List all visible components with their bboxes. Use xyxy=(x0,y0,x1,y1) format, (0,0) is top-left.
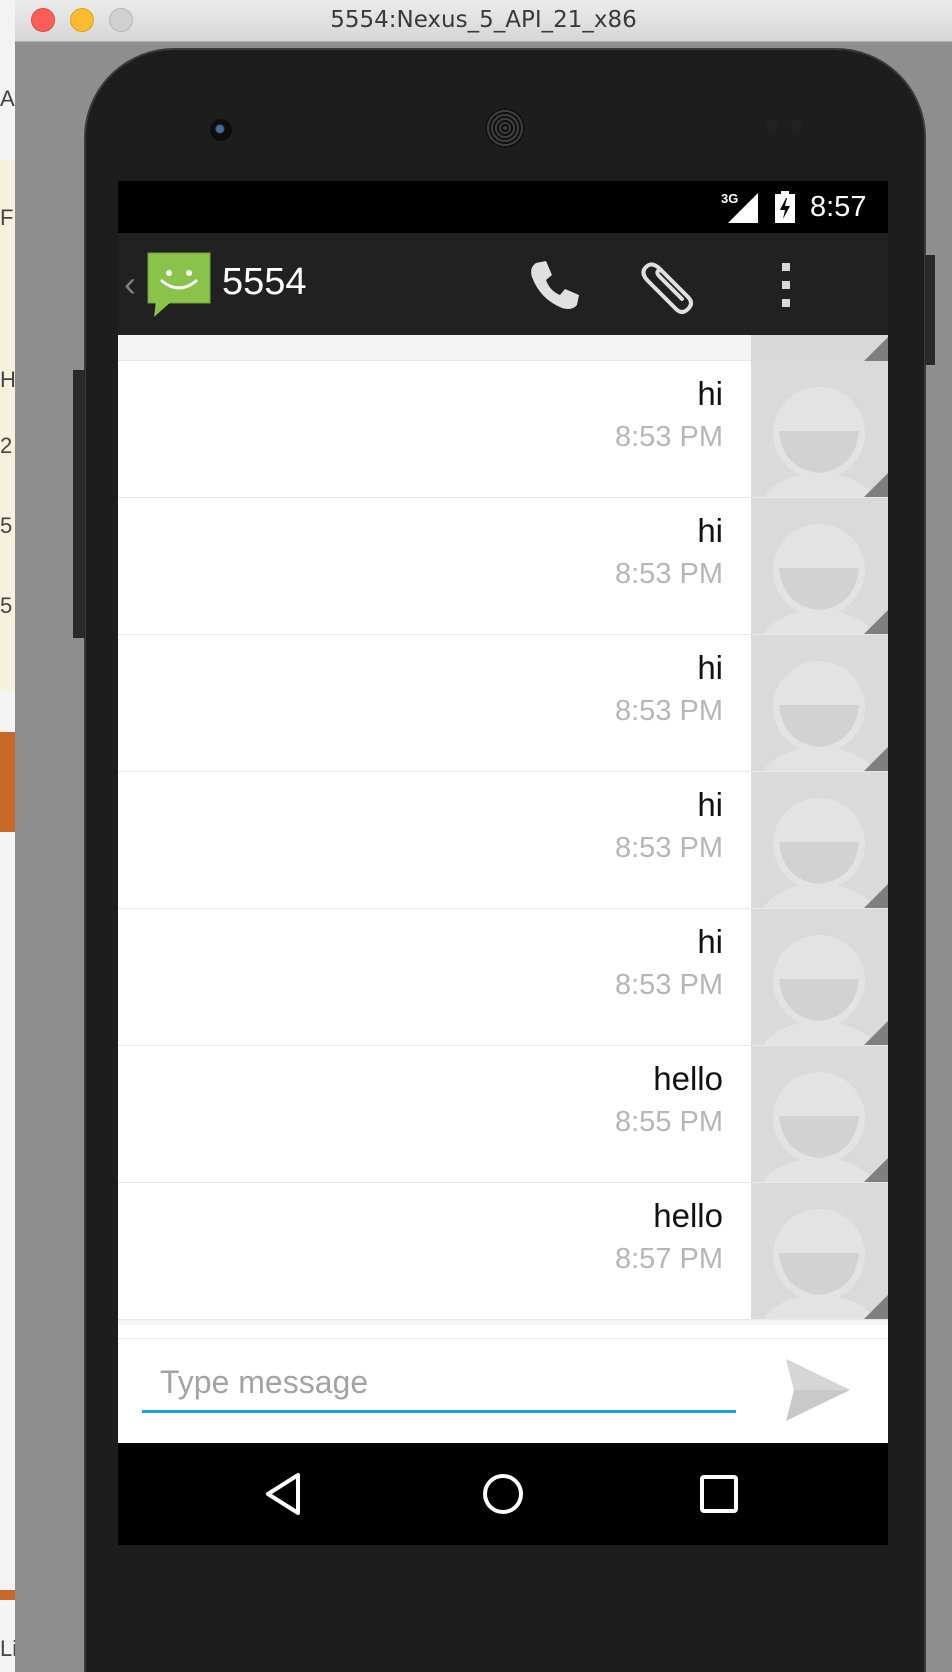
messaging-app-icon[interactable] xyxy=(146,251,212,317)
phone-icon[interactable] xyxy=(522,253,586,317)
contact-avatar[interactable] xyxy=(751,909,888,1045)
partial-message-row xyxy=(118,335,751,361)
conversation-title: 5554 xyxy=(222,261,307,303)
background-text: 5 xyxy=(0,593,13,618)
contact-avatar-icon xyxy=(763,935,888,1045)
contact-avatar-icon xyxy=(763,1072,888,1182)
status-time: 8:57 xyxy=(810,191,867,223)
message-text: hello xyxy=(653,1197,723,1234)
message-timestamp: 8:57 PM xyxy=(615,1243,723,1275)
message-timestamp: 8:53 PM xyxy=(615,558,723,590)
message-bubble[interactable]: hi 8:53 PM xyxy=(118,498,765,634)
signal-icon xyxy=(728,193,758,223)
background-text: F xyxy=(0,205,14,230)
background-app-window: Ar F H 2 5 5 Li xyxy=(0,0,15,1672)
compose-bar xyxy=(118,1338,888,1443)
message-list[interactable]: hi 8:53 PM hi 8:53 PM hi 8:53 PM hi 8:53 PM hi 8:… xyxy=(118,335,888,1325)
message-row[interactable]: hello 8:57 PM xyxy=(118,1183,888,1320)
message-bubble[interactable]: hi 8:53 PM xyxy=(118,909,765,1045)
nav-back-icon[interactable] xyxy=(260,1469,310,1519)
message-row[interactable]: hello 8:55 PM xyxy=(118,1046,888,1183)
back-chevron-icon[interactable]: ‹ xyxy=(124,263,136,305)
message-text: hi xyxy=(697,375,723,412)
contact-avatar-icon xyxy=(763,387,888,497)
background-orange-bar-bottom xyxy=(0,1590,15,1600)
message-row[interactable]: hi 8:53 PM xyxy=(118,361,888,498)
background-text: 5 xyxy=(0,513,13,538)
background-orange-bar xyxy=(0,732,15,832)
contact-avatar[interactable] xyxy=(751,498,888,634)
window-titlebar: 5554:Nexus_5_API_21_x86 xyxy=(15,0,952,42)
message-row[interactable]: hi 8:53 PM xyxy=(118,498,888,635)
nav-recents-icon[interactable] xyxy=(694,1469,744,1519)
contact-avatar-icon xyxy=(763,524,888,634)
message-bubble[interactable]: hi 8:53 PM xyxy=(118,361,765,497)
message-bubble[interactable]: hi 8:53 PM xyxy=(118,772,765,908)
partial-avatar xyxy=(751,335,888,361)
volume-button[interactable] xyxy=(73,370,85,638)
contact-avatar-icon xyxy=(763,1209,888,1319)
device-screen: 3G 8:57 ‹ 5554 hi 8:53 PM hi 8:53 PM hi … xyxy=(118,181,888,1545)
message-timestamp: 8:55 PM xyxy=(615,1106,723,1138)
message-bubble[interactable]: hello 8:57 PM xyxy=(118,1183,765,1319)
battery-icon xyxy=(775,191,795,223)
overflow-menu-icon[interactable] xyxy=(754,253,818,317)
message-text: hello xyxy=(653,1060,723,1097)
contact-avatar[interactable] xyxy=(751,1046,888,1182)
background-text: 2 xyxy=(0,433,13,458)
background-text: Ar xyxy=(0,86,15,111)
action-bar: ‹ 5554 xyxy=(118,233,888,335)
earpiece-speaker xyxy=(485,108,525,148)
contact-avatar-icon xyxy=(763,661,888,771)
message-timestamp: 8:53 PM xyxy=(615,969,723,1001)
contact-avatar[interactable] xyxy=(751,1183,888,1319)
message-text: hi xyxy=(697,923,723,960)
message-text: hi xyxy=(697,649,723,686)
proximity-sensor xyxy=(766,120,778,132)
message-timestamp: 8:53 PM xyxy=(615,832,723,864)
contact-avatar[interactable] xyxy=(751,361,888,497)
send-icon[interactable] xyxy=(782,1355,854,1425)
contact-avatar[interactable] xyxy=(751,635,888,771)
message-input[interactable] xyxy=(142,1355,736,1413)
message-bubble[interactable]: hello 8:55 PM xyxy=(118,1046,765,1182)
power-button[interactable] xyxy=(925,255,935,365)
window-title: 5554:Nexus_5_API_21_x86 xyxy=(330,7,637,33)
front-camera xyxy=(210,119,232,141)
message-row[interactable]: hi 8:53 PM xyxy=(118,635,888,772)
status-bar: 3G 8:57 xyxy=(118,181,888,233)
light-sensor xyxy=(791,120,803,132)
contact-avatar[interactable] xyxy=(751,772,888,908)
avatar-corner-icon xyxy=(864,337,888,361)
navigation-bar xyxy=(118,1443,888,1545)
message-timestamp: 8:53 PM xyxy=(615,695,723,727)
nav-home-icon[interactable] xyxy=(478,1469,528,1519)
message-row[interactable]: hi 8:53 PM xyxy=(118,909,888,1046)
background-text: H xyxy=(0,367,15,392)
paperclip-icon[interactable] xyxy=(638,253,702,317)
message-text: hi xyxy=(697,512,723,549)
message-timestamp: 8:53 PM xyxy=(615,421,723,453)
message-bubble[interactable]: hi 8:53 PM xyxy=(118,635,765,771)
message-row[interactable]: hi 8:53 PM xyxy=(118,772,888,909)
background-text: Li xyxy=(0,1636,15,1661)
contact-avatar-icon xyxy=(763,798,888,908)
message-text: hi xyxy=(697,786,723,823)
